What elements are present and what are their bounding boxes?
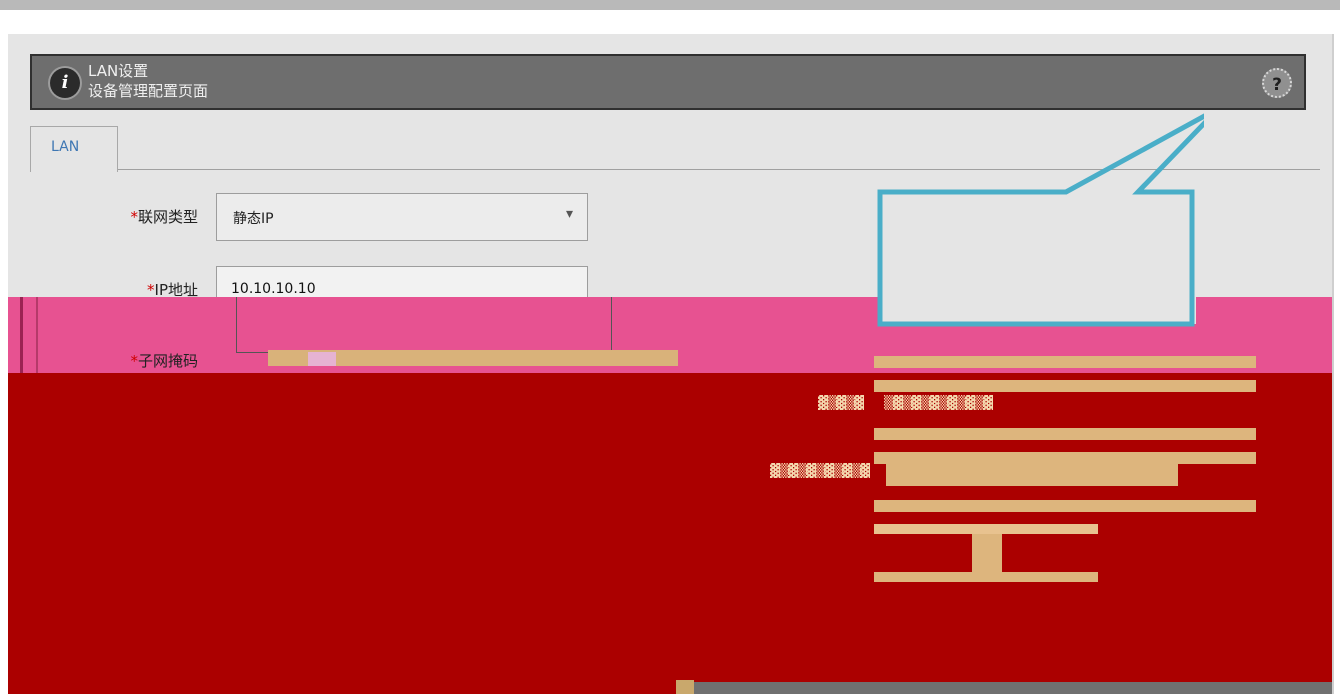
tab-lan-label: LAN — [51, 139, 80, 155]
info-icon: i — [50, 68, 80, 98]
help-icon[interactable]: ? — [1262, 68, 1292, 98]
artifact-stripe — [874, 500, 1256, 512]
required-marker: * — [130, 352, 138, 370]
bottom-scrollbar[interactable] — [694, 682, 1332, 694]
tab-lan[interactable]: LAN — [30, 126, 118, 172]
artifact-stripe — [308, 352, 336, 366]
settings-panel: i LAN设置 设备管理配置页面 ? LAN *联网类型 静态IP ▾ *IP地… — [8, 34, 1334, 694]
tooltip-callout — [874, 94, 1204, 334]
top-strip — [0, 0, 1340, 10]
artifact-stripe — [874, 428, 1256, 440]
artifact-stripe — [874, 380, 1256, 392]
page-subtitle: 设备管理配置页面 — [88, 82, 209, 100]
network-type-value: 静态IP — [233, 211, 274, 227]
artifact-stripe — [874, 356, 1256, 368]
artifact-stripe — [874, 572, 1098, 582]
network-type-label: *联网类型 — [48, 206, 198, 227]
artifact-text-block: ▒▓▒▓▒▓▒▓▒▓▒▓ — [884, 396, 993, 411]
network-type-label-text: 联网类型 — [137, 208, 198, 226]
tooltip-outline — [877, 113, 1204, 327]
subnet-mask-label: *子网掩码 — [48, 350, 198, 371]
artifact-stripe — [874, 524, 1098, 534]
artifact-stripe — [886, 464, 1178, 486]
red-artifact-block — [8, 373, 1332, 694]
artifact-mark — [676, 680, 694, 694]
artifact-text-block: ▓▒▓▒▓ — [818, 396, 864, 411]
required-marker: * — [130, 208, 138, 226]
page-title: LAN设置 — [88, 62, 149, 80]
artifact-stripe — [874, 452, 1256, 464]
artifact-stripe — [972, 534, 1002, 572]
ip-input-outline — [236, 297, 612, 353]
subnet-mask-label-text: 子网掩码 — [137, 352, 198, 370]
network-type-select[interactable]: 静态IP ▾ — [216, 193, 588, 241]
panel-edge — [1332, 34, 1334, 694]
ip-address-value: 10.10.10.10 — [231, 281, 316, 297]
chevron-down-icon: ▾ — [565, 206, 573, 222]
artifact-text-block: ▓▒▓▒▓▒▓▒▓▒▓ — [770, 464, 870, 479]
artifact-line — [36, 297, 38, 373]
artifact-line — [20, 297, 23, 373]
